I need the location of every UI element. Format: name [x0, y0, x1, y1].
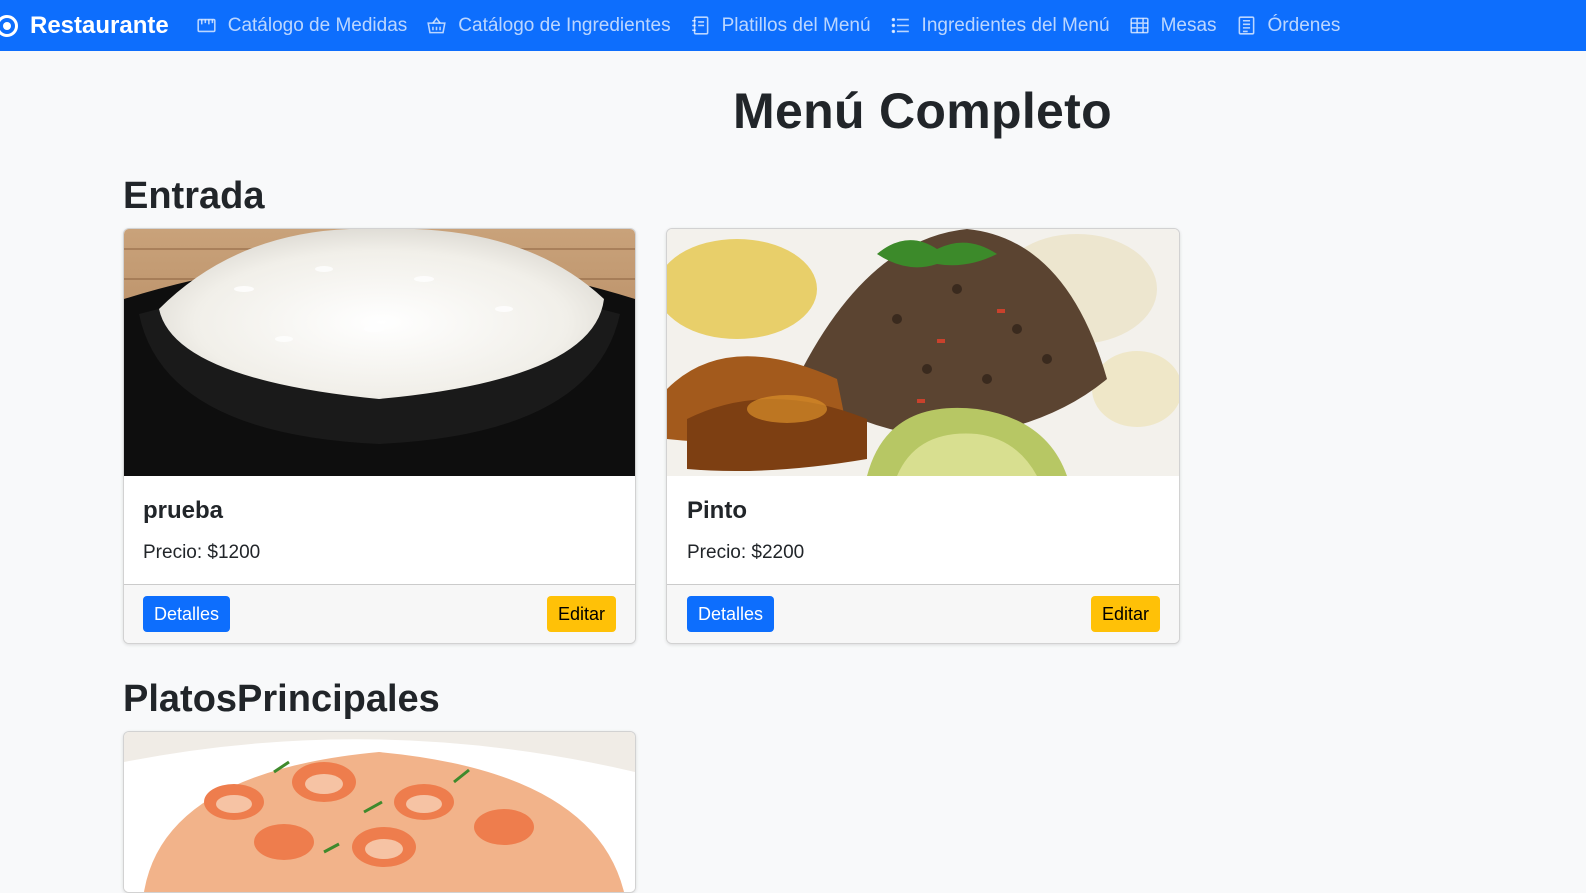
edit-button[interactable]: Editar [1090, 596, 1160, 632]
menu-card-shrimp [123, 731, 636, 893]
nav-item-ingredientes-menu[interactable]: Ingredientes del Menú [891, 15, 1110, 37]
section-title-entrada: Entrada [123, 175, 265, 217]
card-footer: Detalles Editar [667, 584, 1179, 643]
menu-card-prueba: prueba Precio: $1200 Detalles Editar [123, 228, 636, 644]
nav-item-mesas[interactable]: Mesas [1129, 14, 1217, 37]
receipt-icon [1238, 16, 1254, 35]
dish-name: prueba [143, 497, 224, 524]
dish-name: Pinto [687, 497, 747, 524]
nav-item-label: Catálogo de Ingredientes [458, 14, 671, 36]
dish-image-gallo-pinto [667, 229, 1179, 476]
journal-icon [691, 16, 709, 35]
section-title-platos-principales: PlatosPrincipales [123, 678, 440, 720]
navbar: Restaurante Catálogo de Medidas Catálogo… [0, 0, 1586, 51]
nav-item-label: Catálogo de Medidas [227, 14, 408, 36]
ruler-icon [197, 18, 216, 33]
nav-item-catalogo-medidas[interactable]: Catálogo de Medidas [197, 14, 408, 37]
basket-icon [427, 17, 447, 34]
nav-item-label: Mesas [1160, 14, 1217, 36]
details-button[interactable]: Detalles [687, 596, 775, 632]
dish-price: Precio: $1200 [143, 542, 261, 563]
details-button[interactable]: Detalles [143, 596, 231, 632]
nav-item-label: Órdenes [1267, 14, 1341, 36]
nav-item-platillos-menu[interactable]: Platillos del Menú [691, 15, 871, 37]
dish-price: Precio: $2200 [687, 542, 805, 563]
card-footer: Detalles Editar [124, 584, 635, 643]
edit-button[interactable]: Editar [546, 596, 616, 632]
nav-item-ordenes[interactable]: Órdenes [1237, 14, 1341, 37]
nav-item-label: Platillos del Menú [721, 14, 871, 36]
brand-logo-icon [0, 14, 18, 37]
dish-image-rice-bowl [124, 229, 635, 476]
nav-item-label: Ingredientes del Menú [921, 14, 1110, 36]
brand-label: Restaurante [30, 11, 169, 39]
brand-link[interactable]: Restaurante [0, 8, 169, 44]
dish-image-shrimp-rice [124, 732, 635, 892]
nav-items: Catálogo de Medidas Catálogo de Ingredie… [197, 15, 1361, 37]
menu-card-pinto: Pinto Precio: $2200 Detalles Editar [666, 228, 1180, 644]
page-title: Menú Completo [733, 83, 1112, 139]
nav-item-catalogo-ingredientes[interactable]: Catálogo de Ingredientes [427, 14, 671, 37]
list-icon [891, 17, 909, 34]
table-icon [1129, 17, 1149, 34]
